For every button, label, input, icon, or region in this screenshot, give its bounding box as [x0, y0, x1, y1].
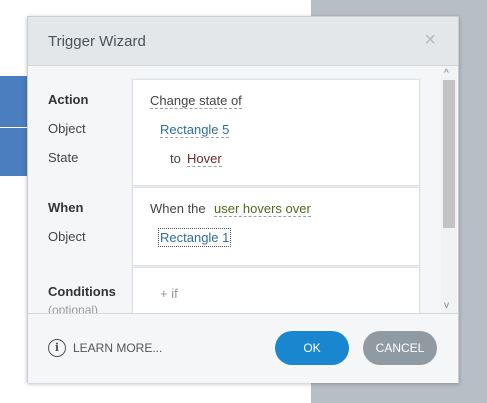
- state-prefix: to: [170, 151, 181, 166]
- trigger-wizard-dialog: Trigger Wizard × Action Object State Cha…: [27, 16, 459, 383]
- ok-button[interactable]: OK: [275, 331, 349, 365]
- action-section-label: Action: [48, 92, 89, 107]
- action-state-label: State: [48, 150, 79, 165]
- action-panel: Change state of Rectangle 5 to Hover: [132, 79, 420, 186]
- wizard-content: Action Object State Change state of Rect…: [28, 66, 458, 313]
- scrollbar[interactable]: ^ v: [441, 66, 457, 313]
- when-panel: When the user hovers over Rectangle 1: [132, 187, 420, 266]
- conditions-optional-label: (optional): [48, 303, 99, 313]
- action-object-dropdown[interactable]: Rectangle 5: [160, 122, 230, 138]
- when-section-label: When: [48, 200, 84, 215]
- action-verb-dropdown[interactable]: Change state of: [150, 93, 242, 109]
- dialog-title: Trigger Wizard: [48, 33, 146, 50]
- state-dropdown[interactable]: Hover: [187, 151, 222, 167]
- info-icon[interactable]: i: [48, 339, 66, 357]
- when-object-label: Object: [48, 229, 86, 244]
- action-object-label: Object: [48, 121, 86, 136]
- when-prefix: When the: [150, 201, 206, 216]
- learn-more-link[interactable]: LEARN MORE...: [73, 341, 162, 355]
- background-shape: [0, 128, 28, 176]
- scroll-down-arrow-icon[interactable]: v: [444, 300, 449, 311]
- conditions-section-label: Conditions: [48, 284, 116, 299]
- conditions-panel: + if: [132, 267, 420, 313]
- add-condition-button[interactable]: + if: [160, 286, 178, 301]
- close-icon[interactable]: ×: [424, 29, 436, 52]
- event-dropdown[interactable]: user hovers over: [214, 201, 311, 217]
- cancel-button[interactable]: CANCEL: [363, 331, 437, 365]
- when-object-dropdown[interactable]: Rectangle 1: [157, 228, 232, 247]
- dialog-footer: i LEARN MORE... OK CANCEL: [28, 313, 458, 383]
- scroll-up-arrow-icon[interactable]: ^: [444, 68, 449, 79]
- dialog-header: Trigger Wizard ×: [28, 17, 458, 66]
- scrollbar-thumb[interactable]: [443, 80, 455, 228]
- background-shape: [0, 76, 28, 127]
